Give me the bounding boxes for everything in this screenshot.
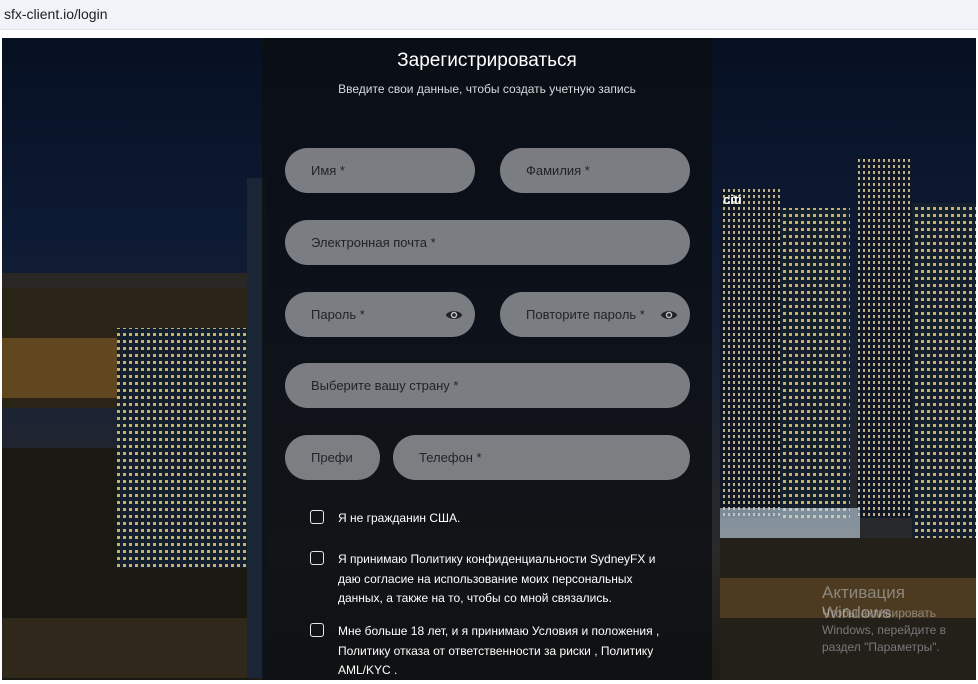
privacy-policy-checkbox[interactable] bbox=[310, 551, 324, 565]
us-citizen-label: Я не гражданин США. bbox=[338, 511, 461, 525]
show-password-eye-icon[interactable] bbox=[445, 306, 463, 324]
last-name-placeholder: Фамилия * bbox=[526, 163, 590, 178]
registration-form-panel: Зарегистрироваться Введите свои данные, … bbox=[262, 38, 712, 680]
first-name-placeholder: Имя * bbox=[311, 163, 345, 178]
email-placeholder: Электронная почта * bbox=[311, 235, 436, 250]
country-select[interactable]: Выберите вашу страну * bbox=[285, 363, 690, 408]
terms-label: Мне больше 18 лет, и я принимаю Условия … bbox=[338, 624, 660, 677]
phone-prefix-placeholder: Префи bbox=[311, 450, 353, 465]
us-citizen-checkbox[interactable] bbox=[310, 510, 324, 524]
registration-page: citi Зарегистрироваться Введите свои дан… bbox=[2, 38, 976, 680]
phone-field[interactable]: Телефон * bbox=[393, 435, 690, 480]
phone-placeholder: Телефон * bbox=[419, 450, 482, 465]
windows-activation-watermark-text: Чтобы активировать Windows, перейдите в … bbox=[822, 606, 947, 654]
url-text[interactable]: sfx-client.io/login bbox=[4, 6, 108, 22]
last-name-field[interactable]: Фамилия * bbox=[500, 148, 690, 193]
form-subtitle: Введите свои данные, чтобы создать учетн… bbox=[338, 82, 636, 96]
billboard-citi: citi bbox=[723, 192, 742, 207]
email-field[interactable]: Электронная почта * bbox=[285, 220, 690, 265]
password-placeholder: Пароль * bbox=[311, 307, 365, 322]
password-field[interactable]: Пароль * bbox=[285, 292, 475, 337]
repeat-password-field[interactable]: Повторите пароль * bbox=[500, 292, 690, 337]
country-placeholder: Выберите вашу страну * bbox=[311, 378, 459, 393]
form-title: Зарегистрироваться bbox=[397, 50, 577, 71]
repeat-password-placeholder: Повторите пароль * bbox=[526, 307, 645, 322]
phone-prefix-field[interactable]: Префи bbox=[285, 435, 380, 480]
privacy-policy-label: Я принимаю Политику конфиденциальности S… bbox=[338, 552, 656, 605]
browser-address-bar[interactable]: sfx-client.io/login bbox=[0, 0, 978, 30]
terms-checkbox[interactable] bbox=[310, 623, 324, 637]
first-name-field[interactable]: Имя * bbox=[285, 148, 475, 193]
show-repeat-password-eye-icon[interactable] bbox=[660, 306, 678, 324]
